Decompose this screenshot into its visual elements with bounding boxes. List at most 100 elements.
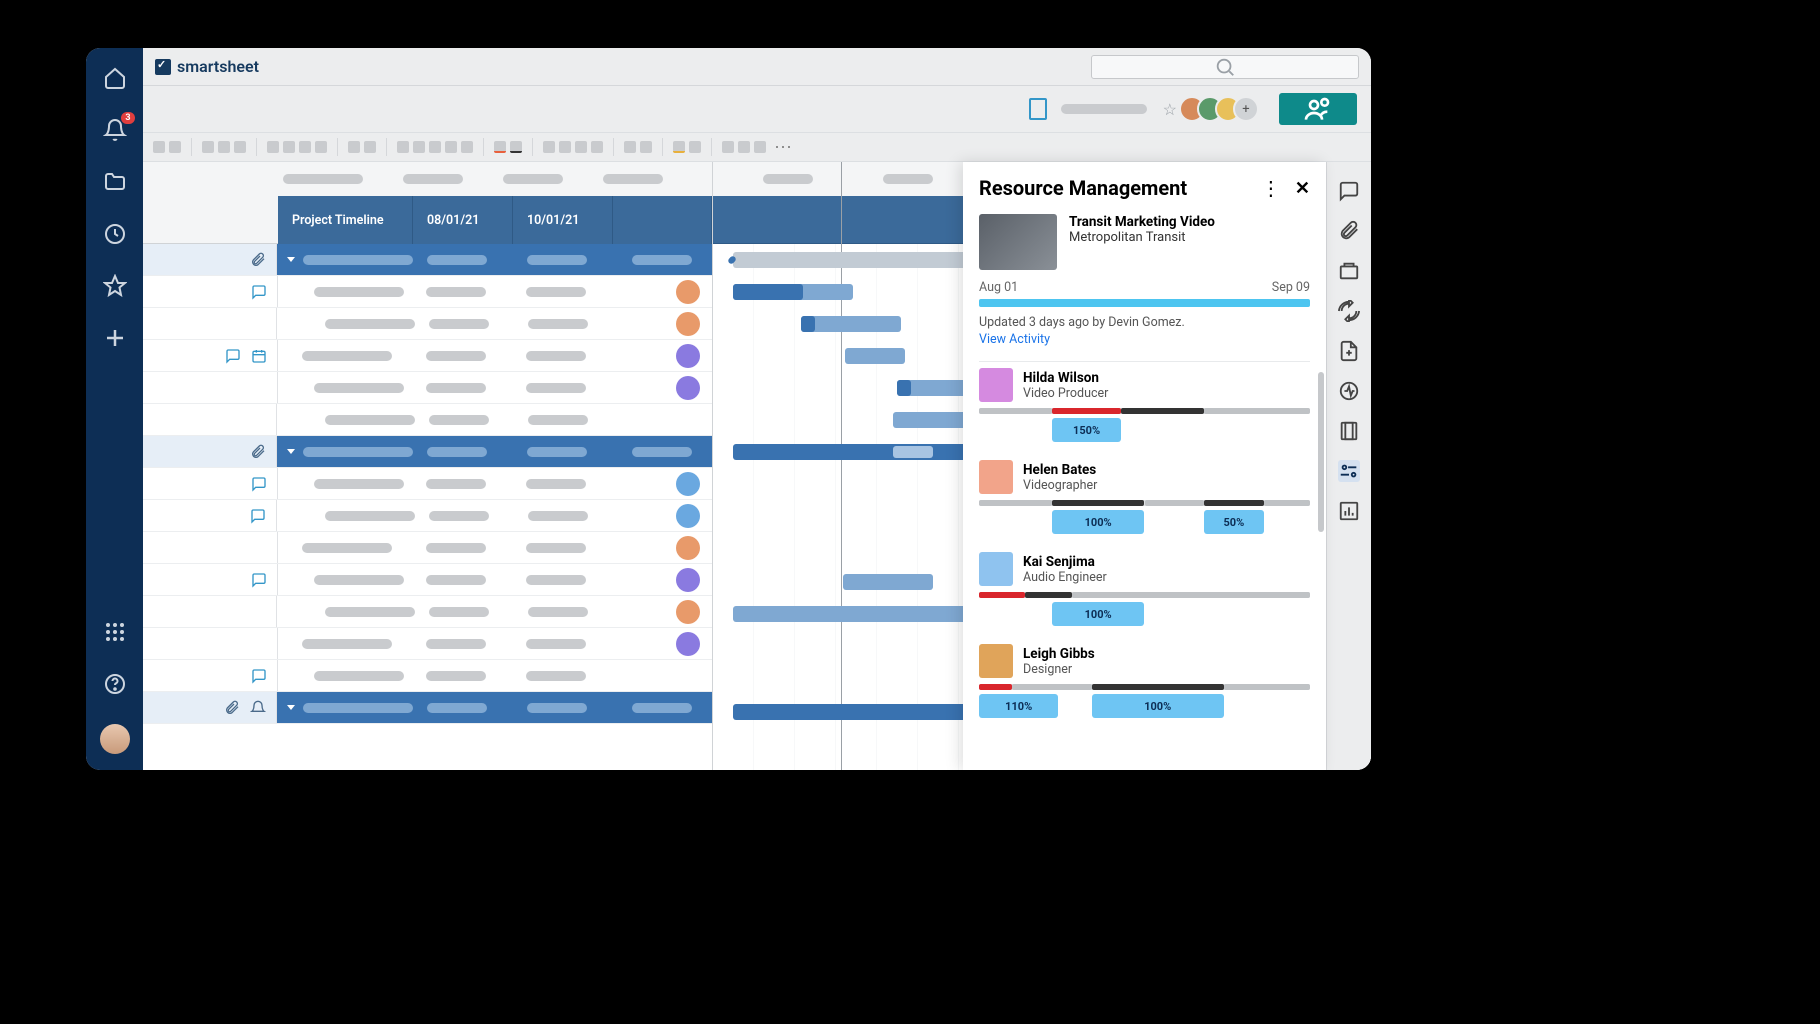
toolbar-overflow-icon[interactable]: ⋯ <box>774 137 794 158</box>
primary-cell[interactable] <box>277 255 413 265</box>
primary-cell[interactable] <box>277 607 415 617</box>
toolbar-button[interactable] <box>494 141 506 153</box>
date-cell[interactable] <box>512 639 612 649</box>
gantt-bar[interactable] <box>897 380 911 396</box>
toolbar-button[interactable] <box>283 141 295 153</box>
grid-row[interactable] <box>143 404 712 436</box>
assignee-avatar[interactable] <box>676 280 700 304</box>
grid-row[interactable] <box>143 596 712 628</box>
primary-cell[interactable] <box>278 383 412 393</box>
primary-cell[interactable] <box>278 671 412 681</box>
assignee-cell[interactable] <box>613 504 712 528</box>
toolbar-button[interactable] <box>445 141 457 153</box>
assignee-avatar[interactable] <box>676 472 700 496</box>
proofs-icon[interactable] <box>1338 260 1360 282</box>
date-cell[interactable] <box>513 703 613 713</box>
comments-icon[interactable] <box>1338 180 1360 202</box>
person-avatar[interactable] <box>979 460 1013 494</box>
date-cell[interactable] <box>412 479 512 489</box>
toolbar-button[interactable] <box>413 141 425 153</box>
primary-cell[interactable] <box>278 287 412 297</box>
grid-row[interactable] <box>143 532 712 564</box>
toolbar-button[interactable] <box>754 141 766 153</box>
grid-row[interactable] <box>143 660 712 692</box>
toolbar-button[interactable] <box>218 141 230 153</box>
toolbar-button[interactable] <box>397 141 409 153</box>
allocation-chip[interactable]: 100% <box>1052 602 1145 626</box>
comment-icon[interactable] <box>250 508 266 524</box>
resource-management-icon[interactable] <box>1338 460 1360 482</box>
toolbar-button[interactable] <box>461 141 473 153</box>
close-icon[interactable]: ✕ <box>1295 178 1310 199</box>
allocation-chip[interactable]: 150% <box>1052 418 1122 442</box>
date-cell[interactable] <box>514 415 613 425</box>
grid-row[interactable] <box>143 372 712 404</box>
date-cell[interactable] <box>512 543 612 553</box>
star-icon[interactable]: ☆ <box>1163 100 1177 119</box>
assignee-cell[interactable] <box>613 703 713 713</box>
comment-icon[interactable] <box>251 284 267 300</box>
date-cell[interactable] <box>513 255 613 265</box>
date-cell[interactable] <box>514 319 613 329</box>
assignee-avatar[interactable] <box>676 504 700 528</box>
folder-icon[interactable] <box>103 170 127 194</box>
gantt-bar[interactable] <box>845 348 905 364</box>
home-icon[interactable] <box>103 66 127 90</box>
column-header-assignee[interactable] <box>613 196 712 244</box>
date-cell[interactable] <box>413 447 513 457</box>
notifications-icon[interactable]: 3 <box>103 118 127 142</box>
toolbar-button[interactable] <box>169 141 181 153</box>
toolbar-button[interactable] <box>591 141 603 153</box>
assignee-cell[interactable] <box>612 536 712 560</box>
toolbar-button[interactable] <box>234 141 246 153</box>
assignee-cell[interactable] <box>612 568 712 592</box>
person-avatar[interactable] <box>979 644 1013 678</box>
toolbar-button[interactable] <box>315 141 327 153</box>
date-cell[interactable] <box>512 351 612 361</box>
date-cell[interactable] <box>412 671 512 681</box>
date-cell[interactable] <box>513 447 613 457</box>
date-cell[interactable] <box>412 543 512 553</box>
grid-row[interactable] <box>143 500 712 532</box>
column-header-date2[interactable]: 10/01/21 <box>513 196 613 244</box>
search-input[interactable] <box>1091 55 1359 79</box>
date-cell[interactable] <box>512 575 612 585</box>
date-cell[interactable] <box>412 383 512 393</box>
assignee-cell[interactable] <box>612 344 712 368</box>
comment-icon[interactable] <box>251 572 267 588</box>
primary-cell[interactable] <box>277 415 415 425</box>
assignee-avatar[interactable] <box>676 600 700 624</box>
grid-row[interactable] <box>143 244 712 276</box>
gantt-bar[interactable] <box>801 316 901 332</box>
assignee-avatar[interactable] <box>676 344 700 368</box>
gantt-bar[interactable] <box>843 574 933 590</box>
assignee-cell[interactable] <box>613 447 713 457</box>
primary-cell[interactable] <box>278 543 412 553</box>
column-header-date1[interactable]: 08/01/21 <box>413 196 513 244</box>
assignee-avatar[interactable] <box>676 312 700 336</box>
date-cell[interactable] <box>412 351 512 361</box>
allocation-chip[interactable]: 50% <box>1204 510 1264 534</box>
toolbar-button[interactable] <box>624 141 636 153</box>
primary-cell[interactable] <box>278 351 412 361</box>
toolbar-button[interactable] <box>267 141 279 153</box>
comment-icon[interactable] <box>251 476 267 492</box>
grid-row[interactable] <box>143 628 712 660</box>
view-activity-link[interactable]: View Activity <box>963 332 1326 355</box>
date-cell[interactable] <box>512 479 612 489</box>
attach-icon[interactable] <box>224 700 240 716</box>
dashboard-icon[interactable] <box>1338 500 1360 522</box>
date-cell[interactable] <box>415 319 514 329</box>
comment-icon[interactable] <box>225 348 241 364</box>
primary-cell[interactable] <box>277 447 413 457</box>
grid-row[interactable] <box>143 340 712 372</box>
toolbar-button[interactable] <box>575 141 587 153</box>
column-header-primary[interactable]: Project Timeline <box>278 196 413 244</box>
toolbar-button[interactable] <box>543 141 555 153</box>
date-cell[interactable] <box>415 511 514 521</box>
toolbar-button[interactable] <box>510 141 522 153</box>
publish-icon[interactable] <box>1338 420 1360 442</box>
collaborator-avatars[interactable]: + <box>1187 96 1259 122</box>
brand-logo[interactable]: smartsheet <box>155 57 259 76</box>
activity-log-icon[interactable] <box>1338 380 1360 402</box>
